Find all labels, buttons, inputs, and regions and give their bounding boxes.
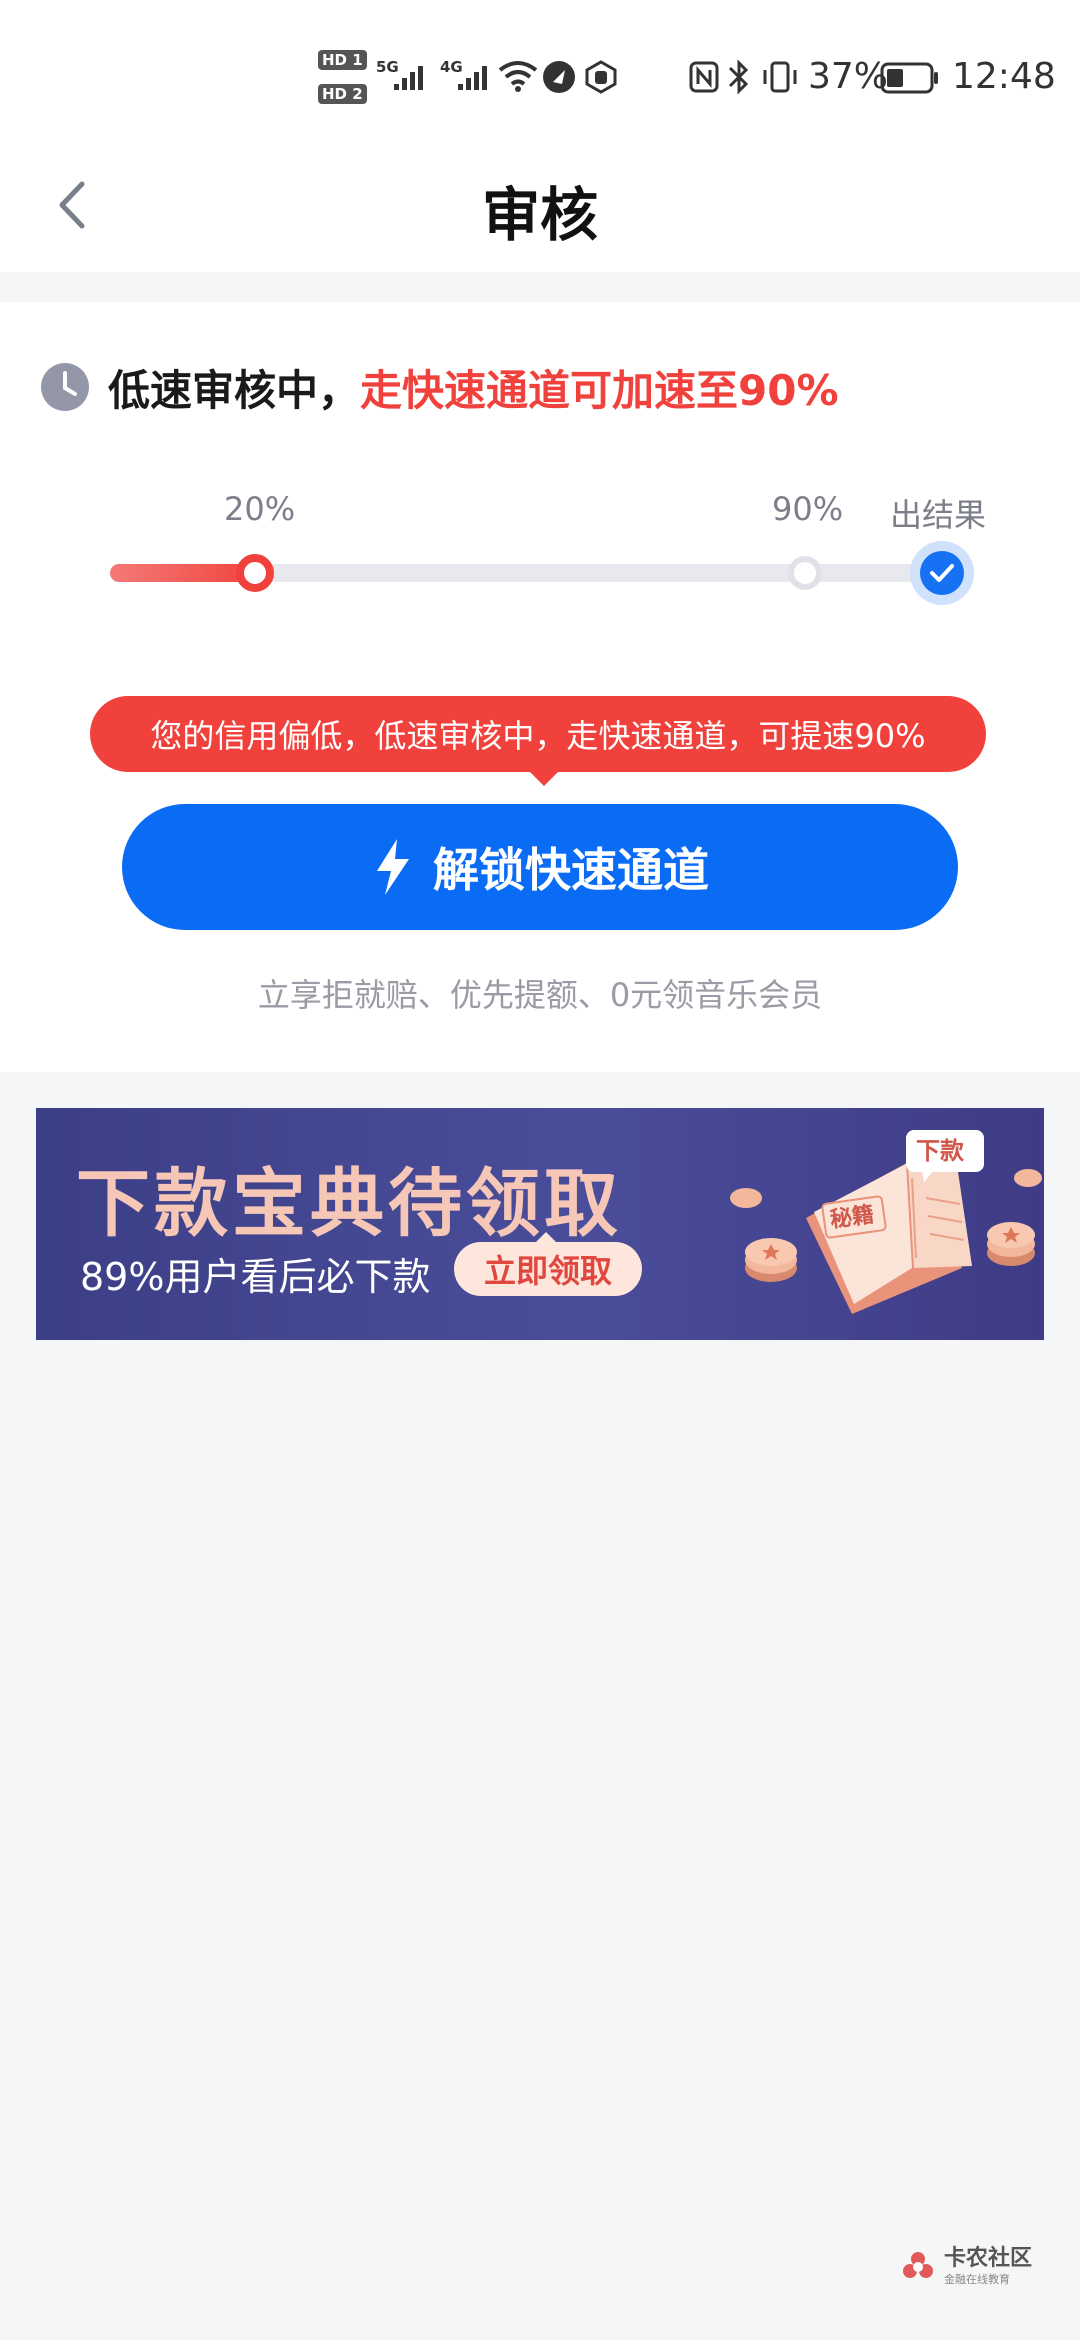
lightning-icon bbox=[377, 839, 409, 895]
watermark: 卡农社区 金融在线教育 bbox=[900, 2248, 1032, 2285]
review-status-text: 低速审核中， bbox=[108, 365, 361, 415]
vibrate-icon bbox=[763, 61, 797, 93]
watermark-title: 卡农社区 bbox=[944, 2246, 1033, 2271]
banner-subtitle: 89%用户看后必下款 bbox=[80, 1255, 431, 1299]
hand-app-icon bbox=[585, 60, 617, 94]
battery-icon bbox=[880, 62, 938, 94]
unlock-fast-track-label: 解锁快速通道 bbox=[433, 843, 709, 897]
nav-bar: 审核 bbox=[0, 140, 1080, 272]
result-check-badge bbox=[920, 551, 964, 595]
banner-book-illustration: 秘籍 下款 bbox=[730, 1130, 1042, 1314]
nfc-icon bbox=[689, 61, 719, 93]
progress-node-90 bbox=[788, 556, 822, 590]
review-status-highlight: 走快速通道可加速至90% bbox=[360, 365, 839, 415]
stage-label-20: 20% bbox=[224, 490, 296, 528]
promo-banner[interactable]: 下款宝典待领取 89%用户看后必下款 立即领取 秘籍 下款 bbox=[36, 1108, 1044, 1340]
claim-now-button[interactable]: 立即领取 bbox=[454, 1242, 642, 1296]
stage-label-result: 出结果 bbox=[890, 496, 987, 534]
watermark-logo-icon bbox=[903, 2251, 933, 2278]
book-label-right: 下款 bbox=[916, 1137, 965, 1165]
wifi-icon bbox=[498, 61, 538, 92]
credit-warning-tooltip: 您的信用偏低，低速审核中，走快速通道，可提速90% bbox=[90, 696, 986, 772]
review-status: 低速审核中， 走快速通道可加速至90% bbox=[40, 352, 839, 422]
clock: 12:48 bbox=[952, 56, 1056, 97]
shield-app-icon bbox=[543, 61, 575, 93]
battery-percent: 37% bbox=[808, 56, 889, 97]
signal-1-icon bbox=[394, 66, 423, 90]
signal-2-icon bbox=[458, 66, 487, 90]
review-card: 低速审核中， 走快速通道可加速至90% 20% 90% 出结果 您的信用偏低，低… bbox=[0, 302, 1080, 1072]
benefits-text: 立享拒就赔、优先提额、0元领音乐会员 bbox=[257, 976, 823, 1014]
sim2-indicator: HD 2 bbox=[318, 84, 367, 104]
unlock-fast-track-button[interactable]: 解锁快速通道 bbox=[122, 804, 958, 930]
bluetooth-icon bbox=[728, 59, 749, 95]
sim1-indicator: HD 1 bbox=[318, 50, 367, 70]
watermark-subtitle: 金融在线教育 bbox=[944, 2273, 1010, 2286]
check-icon bbox=[930, 564, 954, 582]
tooltip-arrow bbox=[528, 770, 560, 786]
stage-label-90: 90% bbox=[772, 490, 844, 528]
status-bar: HD 1 HD 2 5G 4G 37% 12:48 bbox=[0, 0, 1080, 140]
progress-node-current bbox=[236, 554, 274, 592]
page-title: 审核 bbox=[481, 181, 598, 249]
clock-icon bbox=[41, 363, 89, 411]
progress-node-result bbox=[910, 541, 974, 605]
